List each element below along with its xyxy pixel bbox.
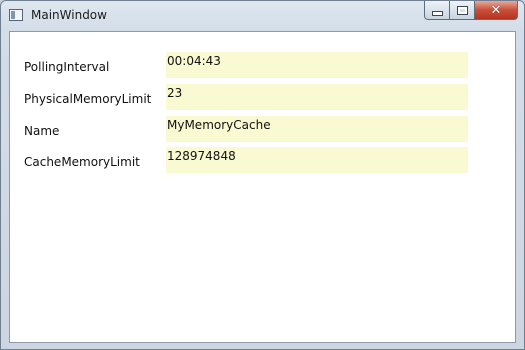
cache-memory-limit-label: CacheMemoryLimit <box>24 155 140 169</box>
cache-memory-limit-value: 128974848 <box>166 147 468 173</box>
client-area: PollingInterval 00:04:43 PhysicalMemoryL… <box>9 31 516 343</box>
window-icon[interactable] <box>9 9 23 21</box>
minimize-button[interactable] <box>424 1 450 20</box>
maximize-button[interactable] <box>450 1 475 20</box>
name-value: MyMemoryCache <box>166 116 468 142</box>
physical-memory-limit-value: 23 <box>166 84 468 110</box>
caption-buttons: ✕ <box>424 1 518 21</box>
physical-memory-limit-label: PhysicalMemoryLimit <box>24 92 152 106</box>
close-icon: ✕ <box>490 2 502 18</box>
main-window: MainWindow ✕ PollingInterval 00:04:43 Ph… <box>0 0 525 350</box>
title-bar[interactable]: MainWindow ✕ <box>1 1 524 31</box>
name-label: Name <box>24 124 60 138</box>
polling-interval-value: 00:04:43 <box>166 52 468 78</box>
close-button[interactable]: ✕ <box>475 1 518 20</box>
minimize-icon <box>431 10 443 16</box>
polling-interval-label: PollingInterval <box>24 60 110 74</box>
maximize-icon <box>456 5 468 15</box>
window-title: MainWindow <box>31 8 107 22</box>
